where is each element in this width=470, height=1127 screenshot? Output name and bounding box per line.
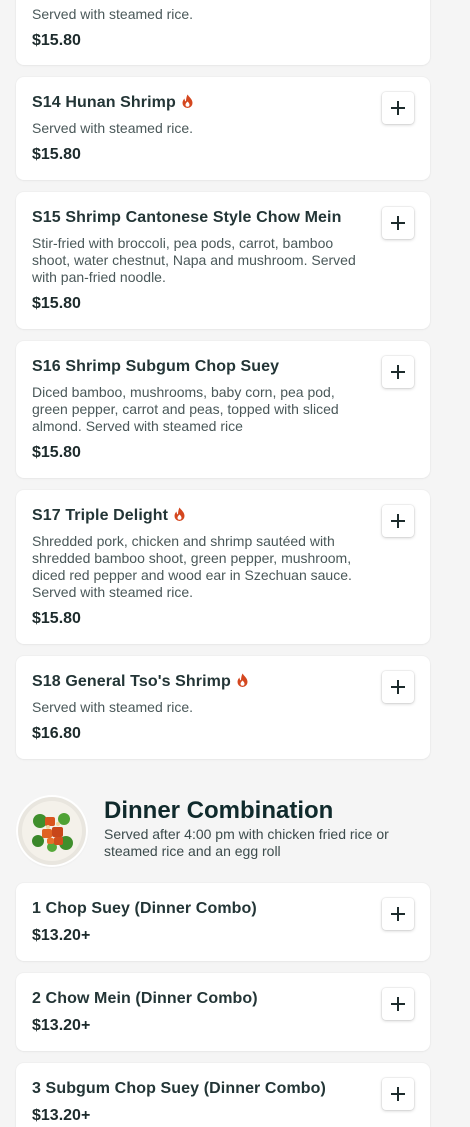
item-price: $15.80 (32, 610, 81, 627)
flame-icon (174, 507, 185, 521)
plus-icon (391, 216, 405, 230)
add-button[interactable] (382, 505, 414, 537)
item-price: $13.20+ (32, 1017, 91, 1034)
item-title: 3 Subgum Chop Suey (Dinner Combo) (32, 1080, 326, 1097)
item-title: S14 Hunan Shrimp (32, 94, 193, 112)
plus-icon (391, 997, 405, 1011)
add-button[interactable] (382, 1078, 414, 1110)
item-description: Shredded pork, chicken and shrimp sautée… (32, 533, 352, 600)
plus-icon (391, 514, 405, 528)
menu-item-card[interactable]: S17 Triple Delight Shredded pork, chicke… (16, 490, 430, 644)
item-title: 2 Chow Mein (Dinner Combo) (32, 990, 258, 1007)
plus-icon (391, 680, 405, 694)
plus-icon (391, 101, 405, 115)
add-button[interactable] (382, 92, 414, 124)
item-title: S16 Shrimp Subgum Chop Suey (32, 358, 280, 375)
menu-item-card[interactable]: 2 Chow Mein (Dinner Combo) $13.20+ (16, 973, 430, 1051)
menu-item-card[interactable]: S16 Shrimp Subgum Chop Suey Diced bamboo… (16, 341, 430, 478)
item-title: S15 Shrimp Cantonese Style Chow Mein (32, 209, 342, 226)
add-button[interactable] (382, 207, 414, 239)
menu-item-card[interactable]: S14 Hunan Shrimp Served with steamed ric… (16, 77, 430, 180)
item-price: $13.20+ (32, 1107, 91, 1124)
item-price: $15.80 (32, 295, 81, 312)
item-description: Served with steamed rice. (32, 120, 194, 136)
item-price: $13.20+ (32, 927, 91, 944)
add-button[interactable] (382, 671, 414, 703)
item-price: $15.80 (32, 146, 81, 163)
menu-item-card[interactable]: 3 Subgum Chop Suey (Dinner Combo) $13.20… (16, 1063, 430, 1127)
menu-item-card[interactable]: S15 Shrimp Cantonese Style Chow Mein Sti… (16, 192, 430, 329)
add-button[interactable] (382, 356, 414, 388)
section-description: Served after 4:00 pm with chicken fried … (104, 826, 389, 859)
item-description: Served with steamed rice. (32, 699, 194, 715)
plus-icon (391, 365, 405, 379)
item-description: Diced bamboo, mushrooms, baby corn, pea … (32, 384, 339, 434)
menu-item-card[interactable]: S18 General Tso's Shrimp Served with ste… (16, 656, 430, 759)
section-title: Dinner Combination (104, 797, 334, 824)
item-description: Served with steamed rice. (32, 6, 194, 22)
item-price: $16.80 (32, 725, 81, 742)
add-button[interactable] (382, 898, 414, 930)
menu-item-card[interactable]: Served with steamed rice. $15.80 (16, 0, 430, 65)
item-description: Stir-fried with broccoli, pea pods, carr… (32, 235, 356, 285)
menu-item-card[interactable]: 1 Chop Suey (Dinner Combo) $13.20+ (16, 883, 430, 961)
item-price: $15.80 (32, 444, 81, 461)
item-price: $15.80 (32, 32, 81, 49)
flame-icon (182, 94, 193, 108)
section-image (18, 797, 86, 865)
item-title: S17 Triple Delight (32, 507, 185, 525)
item-title: 1 Chop Suey (Dinner Combo) (32, 900, 257, 917)
plus-icon (391, 907, 405, 921)
food-dish-image (18, 797, 86, 865)
flame-icon (237, 673, 248, 687)
add-button[interactable] (382, 988, 414, 1020)
item-title: S18 General Tso's Shrimp (32, 673, 248, 691)
plus-icon (391, 1087, 405, 1101)
